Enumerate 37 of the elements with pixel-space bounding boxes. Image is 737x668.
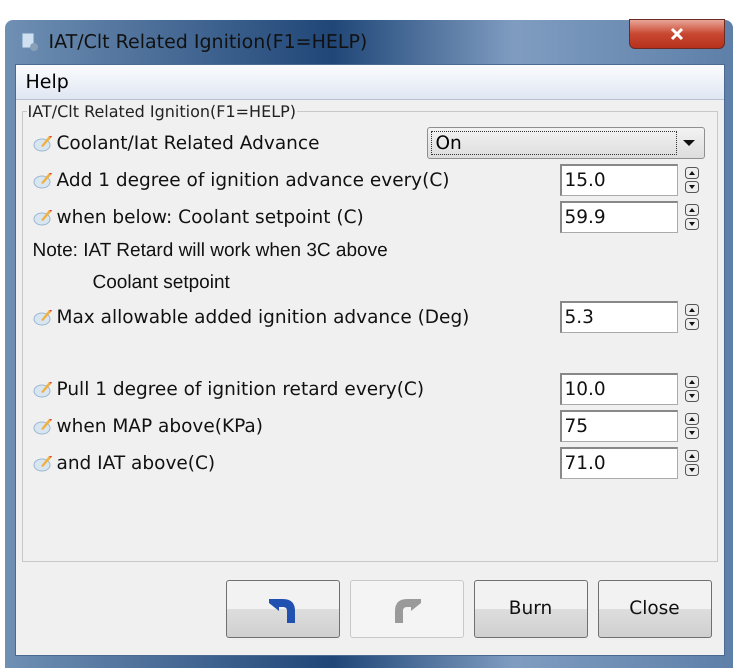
action-button[interactable]: Burn <box>474 580 588 638</box>
input-field[interactable]: 71.0 <box>560 447 678 479</box>
setting-label: Coolant/Iat Related Advance <box>56 132 320 154</box>
pencil-note-icon <box>32 207 52 227</box>
group-title: IAT/Clt Related Ignition(F1=HELP) <box>26 102 297 121</box>
window-title: IAT/Clt Related Ignition(F1=HELP) <box>48 31 368 53</box>
close-icon <box>668 26 684 42</box>
pencil-note-icon <box>32 307 52 327</box>
note-text: Coolant setpoint <box>92 272 231 294</box>
close-window-button[interactable] <box>628 19 724 49</box>
pencil-note-icon <box>32 416 52 436</box>
setting-label: Pull 1 degree of ignition retard every(C) <box>56 378 426 400</box>
menu-item[interactable]: Help <box>26 71 69 93</box>
note-text: Note: IAT Retard will work when 3C above <box>32 240 389 262</box>
pencil-note-icon <box>32 133 52 153</box>
input-field[interactable]: 15.0 <box>560 164 678 196</box>
spinner-icon[interactable] <box>684 413 698 439</box>
dropdown[interactable]: On <box>426 127 704 159</box>
spinner-icon[interactable] <box>684 304 698 330</box>
undo-button[interactable] <box>226 580 340 638</box>
setting-label: and IAT above(C) <box>56 452 216 474</box>
pencil-note-icon <box>32 170 52 190</box>
input-field[interactable]: 5.3 <box>560 301 678 333</box>
spinner-icon[interactable] <box>684 204 698 230</box>
input-field[interactable]: 59.9 <box>560 201 678 233</box>
pencil-note-icon <box>32 453 52 473</box>
setting-label: when below: Coolant setpoint (C) <box>56 206 365 228</box>
input-field[interactable]: 10.0 <box>560 373 678 405</box>
pencil-note-icon <box>32 379 52 399</box>
spinner-icon[interactable] <box>684 450 698 476</box>
input-field[interactable]: 75 <box>560 410 678 442</box>
action-button[interactable]: Close <box>598 580 712 638</box>
setting-label: Max allowable added ignition advance (Deg) <box>56 306 470 328</box>
spinner-icon[interactable] <box>684 376 698 402</box>
setting-label: when MAP above(KPa) <box>56 416 264 436</box>
spinner-icon[interactable] <box>684 167 698 193</box>
setting-label: Add 1 degree of ignition advance every(C) <box>56 170 450 190</box>
